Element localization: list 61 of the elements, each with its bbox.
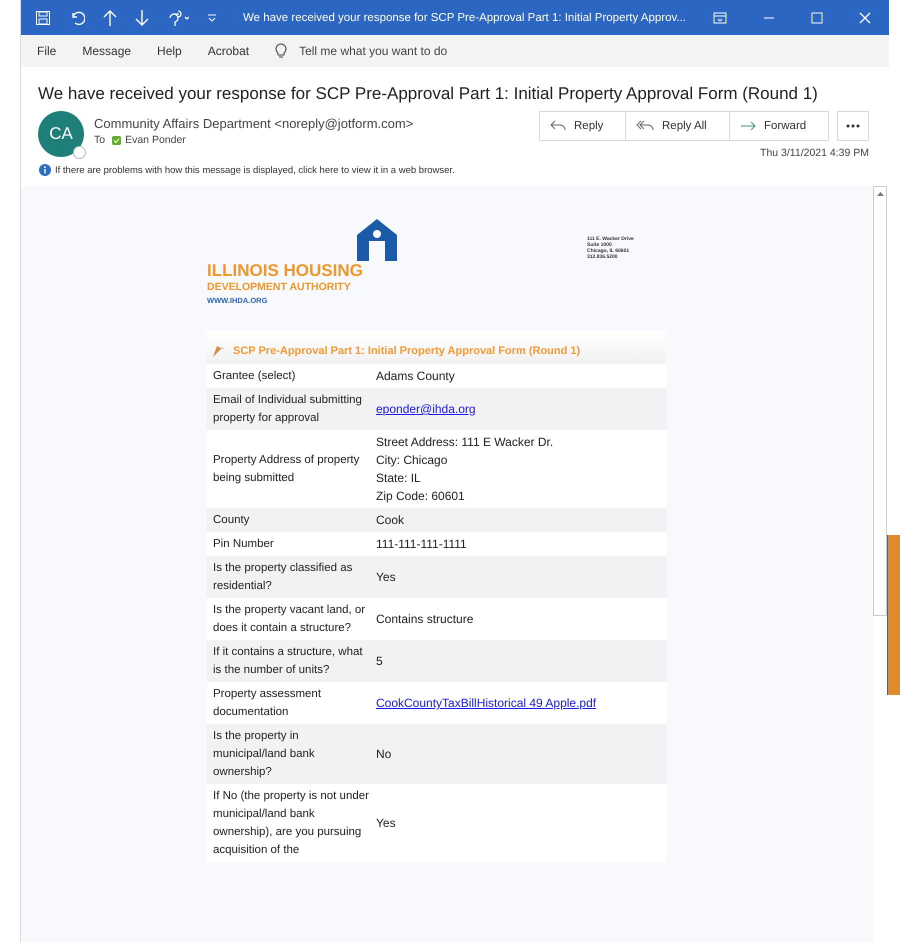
field-label: Pin Number: [212, 537, 275, 552]
info-icon: [39, 164, 51, 176]
field-value: Zip Code: 60601: [376, 488, 466, 505]
menu-item[interactable]: File: [37, 44, 56, 58]
presence-icon: [73, 146, 86, 159]
up-arrow-icon[interactable]: [103, 8, 117, 26]
message-subject: We have received your response for SCP Pre-Approval Part 1: Initial Property Approval Form (Round 1): [38, 83, 818, 105]
contact-status-icon: [112, 136, 122, 144]
menu-item[interactable]: Acrobat: [208, 44, 250, 58]
field-value: City: Chicago: [376, 452, 448, 469]
tell-me-field[interactable]: Tell me what you want to do: [297, 43, 522, 59]
field-label: Email of Individual submitting property for approval: [212, 393, 363, 426]
field-value: Yes: [376, 815, 396, 832]
field-value: 111-111-111-1111: [376, 536, 467, 553]
field-label: Grantee (select): [212, 369, 296, 384]
more-icon: [846, 124, 860, 128]
field-label: Property assessment documentation: [212, 687, 322, 720]
customize-icon[interactable]: [207, 12, 217, 22]
recipient-name: Evan Ponder: [125, 134, 186, 146]
ribbon-display-icon[interactable]: [713, 12, 727, 24]
field-value: No: [376, 746, 392, 763]
scroll-up-icon[interactable]: [876, 191, 884, 197]
field-label: If it contains a structure, what is the number of units?: [212, 645, 364, 678]
field-label: Is the property vacant land, or does it contain a structure?: [212, 603, 366, 636]
house-logo-icon: [357, 219, 397, 261]
field-label: County: [212, 513, 250, 528]
field-value: Yes: [376, 569, 396, 586]
pen-icon: [211, 344, 227, 358]
sender-avatar: CA: [38, 111, 84, 157]
field-value: Contains structure: [376, 611, 474, 628]
menu-item[interactable]: Help: [157, 44, 182, 58]
value-link[interactable]: CookCountyTaxBillHistorical 49 Apple.pdf: [376, 696, 596, 710]
forward-icon: [740, 120, 756, 132]
lightbulb-icon: [275, 43, 288, 59]
down-arrow-icon[interactable]: [135, 8, 149, 26]
field-value: Street Address: 111 E Wacker Dr.: [376, 434, 554, 451]
field-label: If No (the property is not under municipal/land bank ownership), are you pursuing acquisition of the: [212, 789, 370, 858]
sender-name: Community Affairs Department <noreply@jotform.com>: [94, 116, 414, 131]
field-label: Is the property classified as residential?: [212, 561, 354, 594]
value-link[interactable]: eponder@ihda.org: [376, 402, 476, 416]
info-message[interactable]: If there are problems with how this message is displayed, click here to view it in a web browser.: [55, 164, 455, 176]
field-value: State: IL: [376, 470, 422, 487]
to-label: To: [94, 134, 106, 146]
more-button[interactable]: [837, 111, 869, 141]
field-value: Adams County: [376, 368, 455, 385]
form-title: SCP Pre-Approval Part 1: Initial Property Approval Form (Round 1): [233, 345, 580, 357]
reply-all-icon: [636, 120, 654, 132]
field-value: Cook: [376, 512, 404, 529]
field-label: Property Address of property being submitted: [212, 453, 360, 486]
menu-item[interactable]: Message: [82, 44, 132, 58]
organization-name: ILLINOIS HOUSING: [207, 261, 364, 281]
message-date: Thu 3/11/2021 4:39 PM: [760, 147, 869, 159]
close-icon[interactable]: [859, 12, 871, 24]
scrollbar[interactable]: [873, 186, 887, 616]
reply-icon: [550, 120, 566, 132]
organization-subtitle: DEVELOPMENT AUTHORITY: [207, 281, 352, 293]
field-label: Is the property in municipal/land bank ownership?: [212, 729, 316, 780]
save-icon[interactable]: [35, 10, 51, 26]
window-title: We have received your response for SCP Pre-Approval Part 1: Initial Property Approv...: [243, 12, 687, 24]
maximize-icon[interactable]: [811, 12, 823, 24]
field-value: 5: [376, 653, 383, 670]
